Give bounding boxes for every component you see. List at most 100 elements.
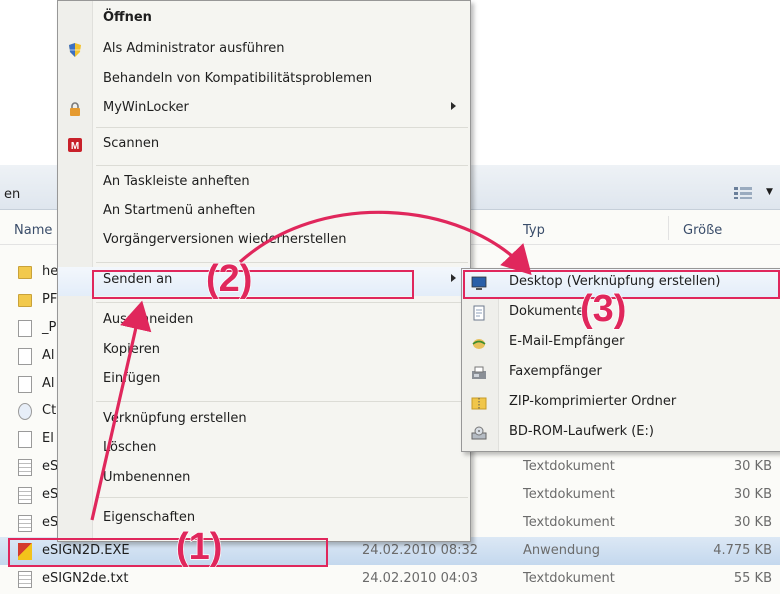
send-to-item-e-mail-empfänger[interactable]: E-Mail-Empfänger <box>462 329 780 358</box>
menu-item-scannen[interactable]: M Scannen <box>58 131 470 160</box>
column-type[interactable]: Typ <box>523 223 545 238</box>
file-name: he <box>42 264 59 279</box>
file-size: 30 KB <box>733 459 772 474</box>
menu-item-label: Einfügen <box>103 371 161 386</box>
submenu-arrow-icon <box>451 102 456 110</box>
document-icon <box>18 376 32 393</box>
highlight-exe-file <box>8 538 328 567</box>
menu-item-label: Ausschneiden <box>103 312 194 327</box>
file-type: Textdokument <box>523 459 615 474</box>
text-file-icon <box>18 487 32 504</box>
menu-item-behandeln-von-kompatibilitätsproblemen[interactable]: Behandeln von Kompatibilitätsproblemen <box>58 66 470 95</box>
text-file-icon <box>18 459 32 476</box>
file-name: eS <box>42 459 59 474</box>
menu-item-label: Verknüpfung erstellen <box>103 411 247 426</box>
document-icon <box>18 320 32 337</box>
fax-icon <box>471 365 487 381</box>
optical-drive-icon <box>471 425 487 441</box>
menu-item-label: Vorgängerversionen wiederherstellen <box>103 232 347 247</box>
menu-item-vorgängerversionen-wiederherstellen[interactable]: Vorgängerversionen wiederherstellen <box>58 227 470 256</box>
file-name: _P <box>42 320 57 335</box>
toolbar-text: en <box>4 187 21 202</box>
file-type: Textdokument <box>523 515 615 530</box>
menu-item-eigenschaften[interactable]: Eigenschaften <box>58 505 470 534</box>
file-name: Ct <box>42 403 57 418</box>
menu-item-label: Kopieren <box>103 342 160 357</box>
file-name: eS <box>42 487 59 502</box>
step-3-label: (3) <box>579 287 627 330</box>
menu-item-label: An Startmenü anheften <box>103 203 256 218</box>
submenu-arrow-icon <box>451 274 456 282</box>
mcafee-icon: M <box>67 137 83 153</box>
menu-item-öffnen[interactable]: Öffnen <box>58 5 470 34</box>
menu-separator <box>96 302 468 303</box>
uac-shield-icon <box>67 42 83 58</box>
file-date: 24.02.2010 04:03 <box>362 571 479 586</box>
shortcut-icon <box>18 403 32 420</box>
menu-separator <box>96 127 468 128</box>
menu-item-an-startmenü-anheften[interactable]: An Startmenü anheften <box>58 198 470 227</box>
file-size: 4.775 KB <box>713 543 772 558</box>
send-to-item-label: Dokumente <box>509 304 585 319</box>
file-row[interactable]: eSIGN2de.txt 24.02.2010 04:03 Textdokument… <box>0 565 780 593</box>
file-size: 30 KB <box>733 487 772 502</box>
menu-item-label: Scannen <box>103 136 160 151</box>
menu-item-kopieren[interactable]: Kopieren <box>58 337 470 366</box>
send-to-item-zip-komprimierter-ordner[interactable]: ZIP-komprimierter Ordner <box>462 389 780 418</box>
text-file-icon <box>18 515 32 532</box>
svg-text:M: M <box>71 141 79 152</box>
menu-item-label: Öffnen <box>103 10 152 25</box>
file-type: Textdokument <box>523 487 615 502</box>
document-icon <box>18 348 32 365</box>
menu-item-als-administrator-ausführen[interactable]: Als Administrator ausführen <box>58 36 470 65</box>
menu-item-label: Eigenschaften <box>103 510 196 525</box>
zip-folder-icon <box>471 395 487 411</box>
menu-item-verknüpfung-erstellen[interactable]: Verknüpfung erstellen <box>58 406 470 435</box>
menu-item-label: Umbenennen <box>103 470 191 485</box>
menu-item-einfügen[interactable]: Einfügen <box>58 366 470 395</box>
menu-item-umbenennen[interactable]: Umbenennen <box>58 465 470 494</box>
menu-item-label: Als Administrator ausführen <box>103 41 285 56</box>
view-dropdown-icon[interactable]: ▼ <box>766 187 773 197</box>
menu-separator <box>96 401 468 402</box>
menu-item-label: Löschen <box>103 440 157 455</box>
file-name: eS <box>42 515 59 530</box>
step-2-label: (2) <box>205 257 253 300</box>
send-to-item-bd-rom-laufwerk-e[interactable]: BD-ROM-Laufwerk (E:) <box>462 419 780 448</box>
send-to-item-label: E-Mail-Empfänger <box>509 334 625 349</box>
menu-separator <box>96 262 468 263</box>
file-name: Al <box>42 348 55 363</box>
documents-icon <box>471 305 487 321</box>
menu-item-löschen[interactable]: Löschen <box>58 435 470 464</box>
file-type: Textdokument <box>523 571 615 586</box>
file-name: PF <box>42 292 58 307</box>
menu-item-an-taskleiste-anheften[interactable]: An Taskleiste anheften <box>58 169 470 198</box>
menu-item-label: An Taskleiste anheften <box>103 174 250 189</box>
mail-icon <box>471 335 487 351</box>
file-size: 30 KB <box>733 515 772 530</box>
document-icon <box>18 431 32 448</box>
menu-item-ausschneiden[interactable]: Ausschneiden <box>58 307 470 336</box>
highlight-senden-an <box>92 270 414 299</box>
menu-item-label: MyWinLocker <box>103 100 189 115</box>
folder-icon <box>18 266 32 279</box>
send-to-item-label: BD-ROM-Laufwerk (E:) <box>509 424 654 439</box>
menu-separator <box>96 165 468 166</box>
menu-item-label: Behandeln von Kompatibilitätsproblemen <box>103 71 373 86</box>
file-name: Al <box>42 376 55 391</box>
mywinlocker-icon <box>67 101 83 117</box>
file-size: 55 KB <box>733 571 772 586</box>
menu-item-mywinlocker[interactable]: MyWinLocker <box>58 95 470 124</box>
view-options-icon[interactable] <box>734 187 752 199</box>
text-file-icon <box>18 571 32 588</box>
column-name[interactable]: Name <box>14 223 52 238</box>
file-name: eSIGN2de.txt <box>42 571 129 586</box>
send-to-item-faxempfänger[interactable]: Faxempfänger <box>462 359 780 388</box>
column-separator[interactable] <box>668 216 669 240</box>
send-to-item-label: Faxempfänger <box>509 364 602 379</box>
menu-separator <box>96 497 468 498</box>
column-size[interactable]: Größe <box>683 223 722 238</box>
send-to-item-label: ZIP-komprimierter Ordner <box>509 394 677 409</box>
file-name: El <box>42 431 54 446</box>
file-type: Anwendung <box>523 543 600 558</box>
